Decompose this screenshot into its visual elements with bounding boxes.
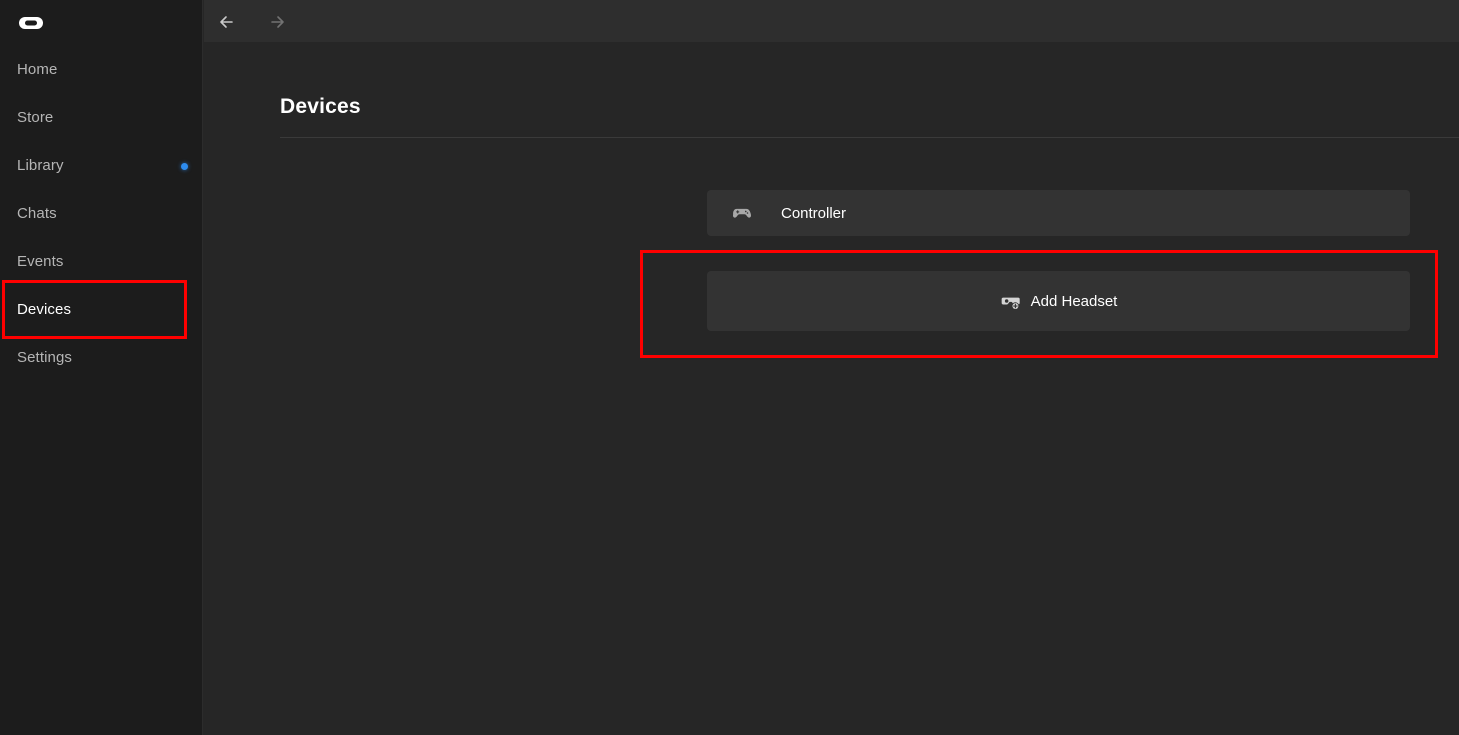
sidebar: Home Store Library Chats Events Devices … (0, 0, 203, 735)
page-title: Devices (280, 95, 361, 118)
oculus-logo-icon[interactable] (17, 9, 45, 37)
sidebar-item-store[interactable]: Store (0, 97, 203, 137)
add-headset-button[interactable]: Add Headset (707, 271, 1410, 331)
sidebar-item-library[interactable]: Library (0, 145, 203, 185)
sidebar-item-label: Chats (17, 204, 57, 222)
sidebar-item-label: Settings (17, 348, 72, 366)
sidebar-item-label: Library (17, 156, 64, 174)
arrow-left-icon[interactable] (214, 8, 242, 36)
library-notification-dot-icon (181, 163, 188, 170)
sidebar-item-label: Home (17, 60, 58, 78)
sidebar-item-events[interactable]: Events (0, 241, 203, 281)
sidebar-item-label: Events (17, 252, 64, 270)
main-content: Devices Controller Add Headset (204, 0, 1459, 735)
device-card-controller[interactable]: Controller (707, 190, 1410, 236)
sidebar-item-label: Store (17, 108, 54, 126)
sidebar-item-home[interactable]: Home (0, 49, 203, 89)
gamepad-icon (731, 202, 753, 224)
headset-plus-icon (1000, 291, 1021, 312)
device-card-label: Controller (781, 204, 847, 222)
top-navigation-bar (204, 0, 1459, 42)
add-headset-label: Add Headset (1030, 292, 1118, 310)
sidebar-item-chats[interactable]: Chats (0, 193, 203, 233)
sidebar-item-label: Devices (17, 300, 72, 318)
sidebar-item-devices[interactable]: Devices (0, 289, 203, 329)
arrow-right-icon[interactable] (262, 8, 290, 36)
sidebar-item-settings[interactable]: Settings (0, 337, 203, 377)
oculus-app-window: Home Store Library Chats Events Devices … (0, 0, 1459, 735)
title-divider (280, 137, 1459, 138)
